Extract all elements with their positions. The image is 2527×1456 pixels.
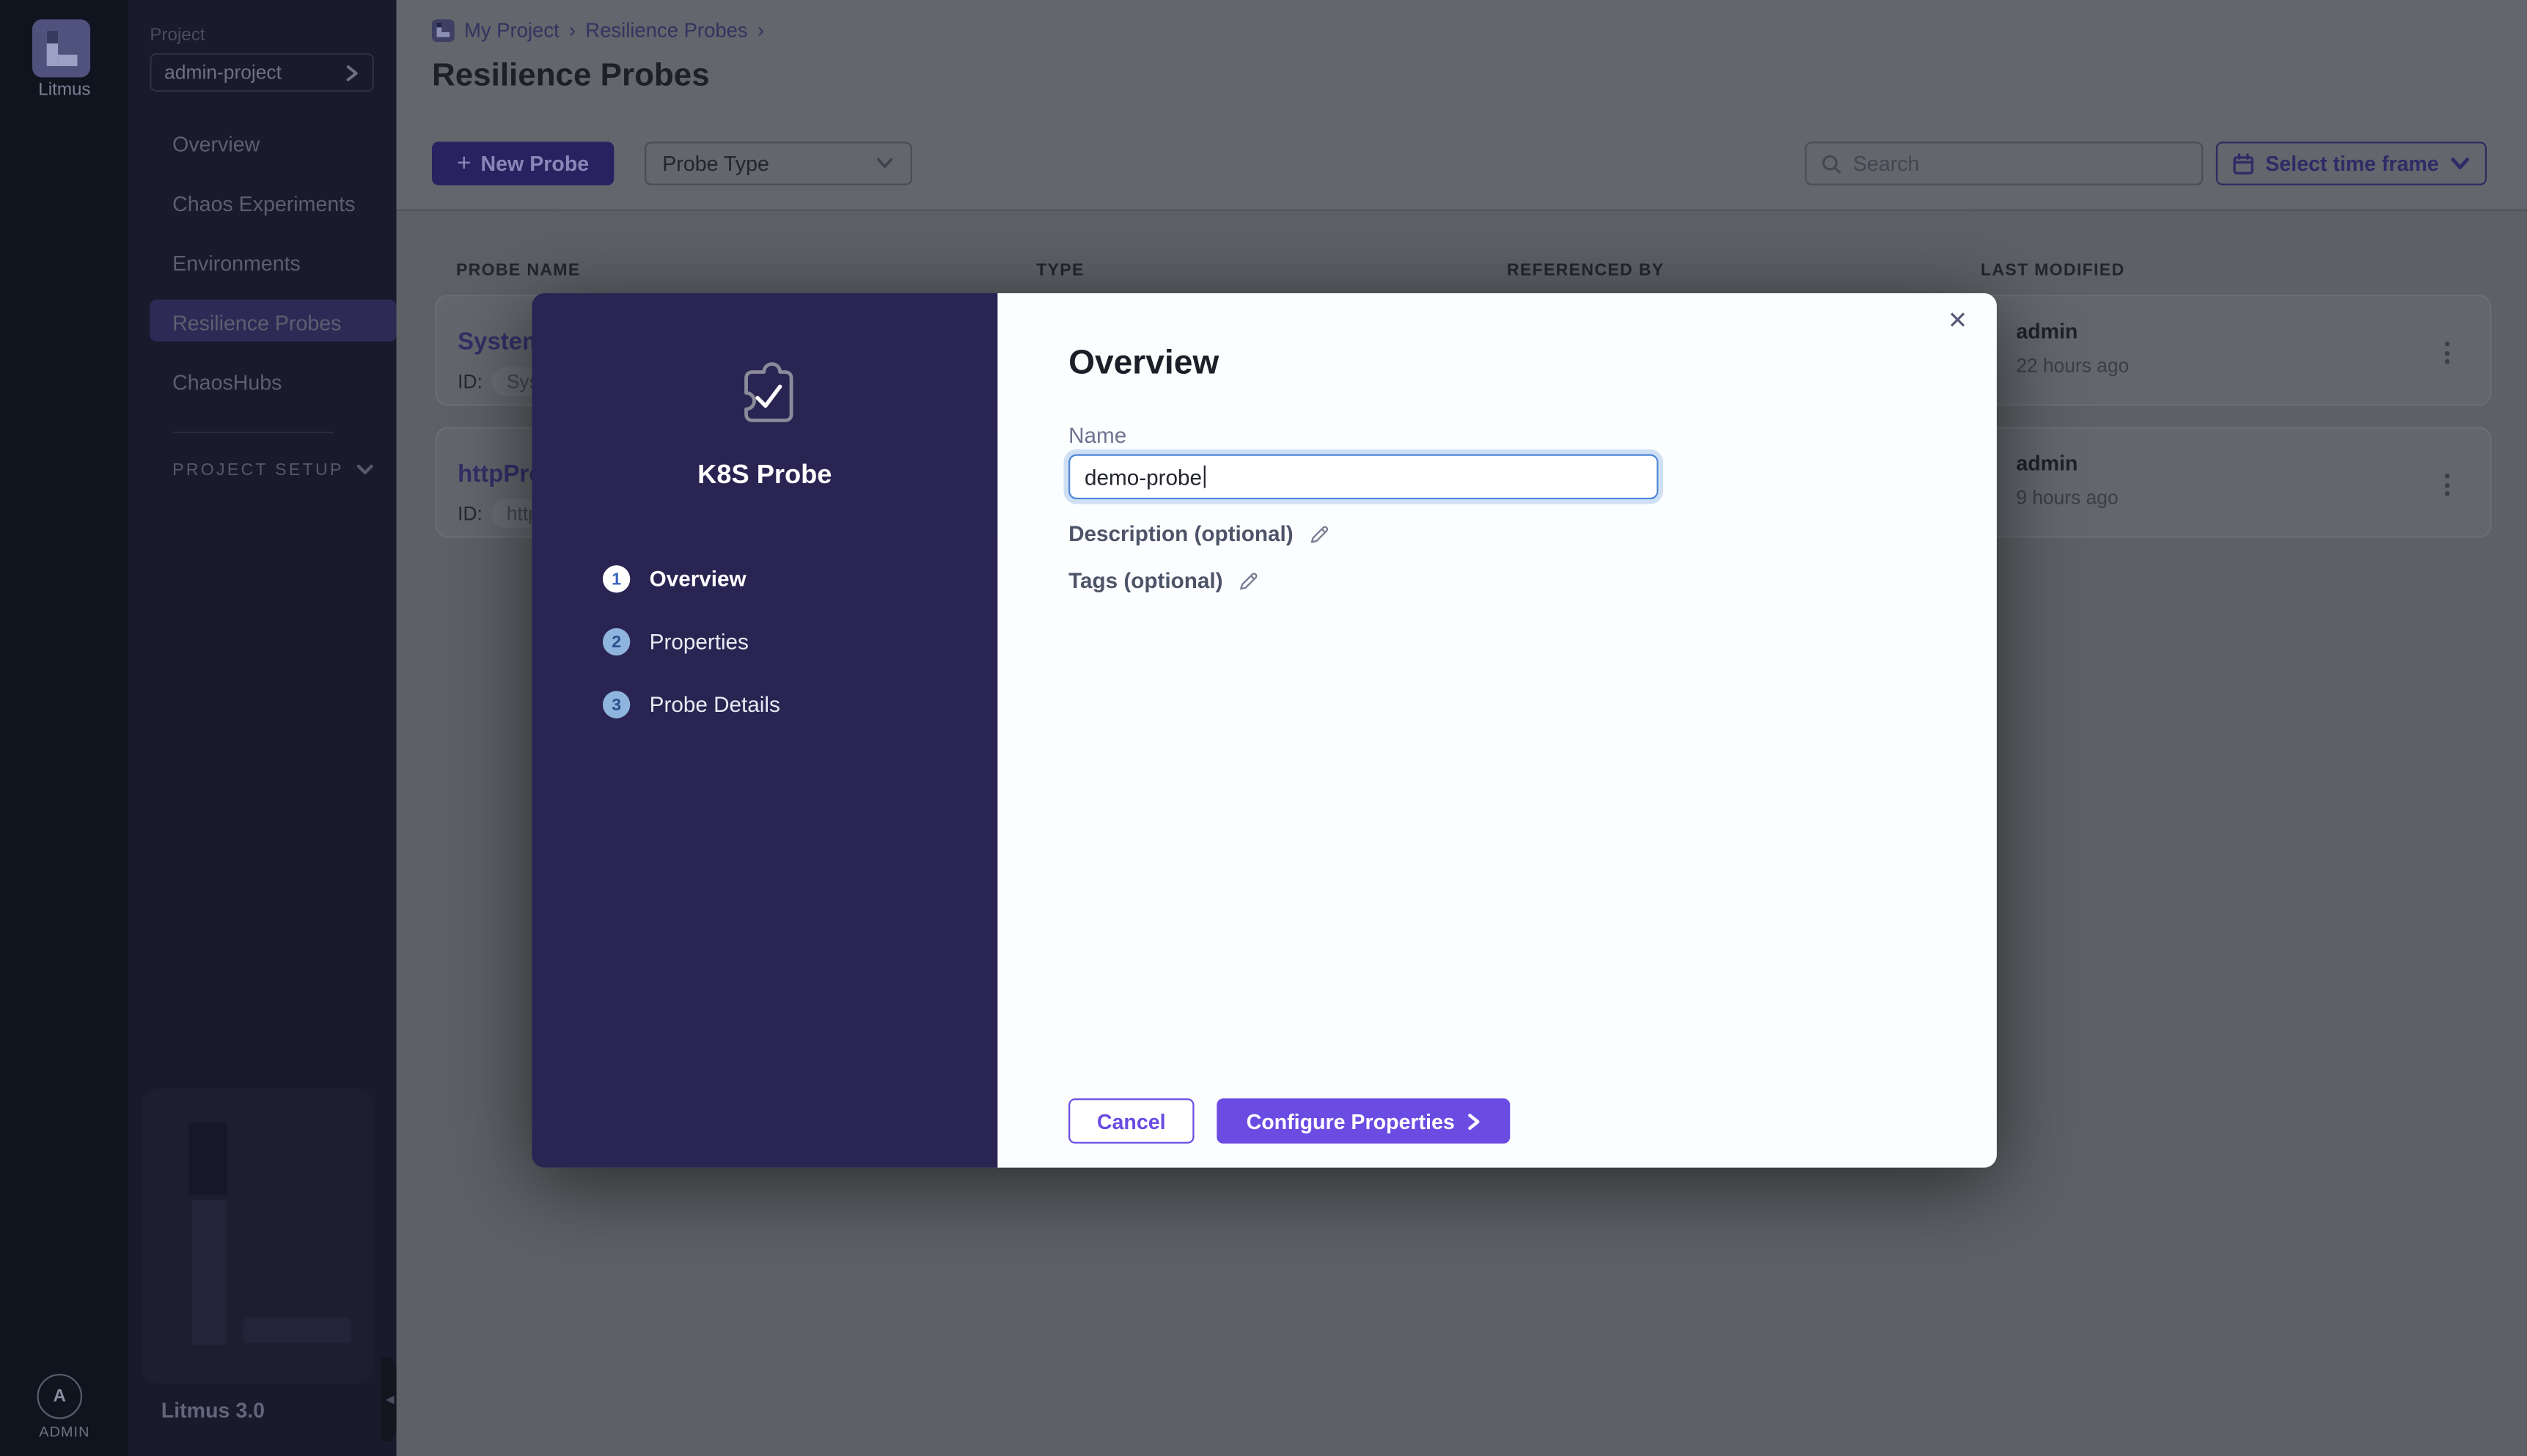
step-number: 2 (603, 628, 630, 655)
probe-type-filter[interactable]: Probe Type (645, 141, 912, 185)
litmus-logo-icon[interactable] (32, 19, 90, 77)
name-input-value: demo-probe (1085, 465, 1202, 489)
chevron-down-icon (875, 156, 894, 171)
plus-icon: + (457, 150, 471, 177)
step-number: 1 (603, 565, 630, 592)
sidebar-divider (172, 432, 334, 433)
tags-toggle[interactable]: Tags (optional) (1068, 569, 1258, 593)
version-label: Litmus 3.0 (161, 1398, 265, 1422)
cancel-button[interactable]: Cancel (1068, 1098, 1194, 1144)
breadcrumb-logo-icon (432, 19, 455, 42)
edit-pencil-icon (1307, 523, 1329, 545)
select-time-frame-button[interactable]: Select time frame (2216, 141, 2487, 185)
sidebar-item-environments[interactable]: Environments (172, 251, 301, 276)
chevron-down-icon (2450, 155, 2471, 172)
row-menu-icon[interactable] (2435, 467, 2458, 502)
calendar-icon (2231, 152, 2254, 175)
edit-pencil-icon (1237, 570, 1258, 592)
name-input[interactable]: demo-probe (1068, 455, 1658, 500)
breadcrumb-separator: › (569, 19, 576, 42)
app-root: Litmus A ADMIN Project admin-project Ove… (0, 0, 2527, 1456)
sidebar-item-overview[interactable]: Overview (172, 132, 260, 156)
name-field-label: Name (1068, 424, 1126, 448)
column-header-last-modified: LAST MODIFIED (1981, 261, 2125, 280)
chevron-right-icon (1466, 1112, 1481, 1130)
user-avatar[interactable]: A (37, 1374, 83, 1419)
create-probe-modal: K8S Probe 1 Overview 2 Properties 3 Prob… (532, 293, 1997, 1168)
modified-by: admin (2016, 451, 2077, 475)
description-toggle[interactable]: Description (optional) (1068, 522, 1329, 546)
litmus-logo-label: Litmus (0, 81, 129, 100)
breadcrumb-resilience-probes[interactable]: Resilience Probes (585, 19, 747, 42)
search-field[interactable] (1805, 141, 2203, 185)
probe-name-link[interactable]: httpPro (458, 460, 543, 488)
column-header-type: TYPE (1036, 261, 1085, 280)
modified-by: admin (2016, 319, 2077, 343)
search-icon (1821, 152, 1841, 175)
text-caret (1203, 466, 1206, 488)
column-header-referenced-by: REFERENCED BY (1507, 261, 1665, 280)
new-probe-button[interactable]: + New Probe (432, 141, 614, 185)
wizard-step-properties[interactable]: 2 Properties (603, 628, 749, 655)
sidebar-item-chaoshubs[interactable]: ChaosHubs (172, 370, 282, 394)
sidebar-nav: Project admin-project Overview Chaos Exp… (129, 0, 397, 1456)
probe-id-label: ID: (458, 370, 483, 393)
modal-step-title: Overview (1068, 345, 1219, 383)
step-number: 3 (603, 691, 630, 718)
column-header-probe-name: PROBE NAME (456, 261, 581, 280)
probe-name-link[interactable]: System (458, 328, 543, 356)
search-input[interactable] (1853, 152, 2187, 176)
project-selector[interactable]: admin-project (150, 53, 373, 92)
modified-time: 22 hours ago (2016, 354, 2129, 377)
icon-rail: Litmus A ADMIN (0, 0, 129, 1456)
modal-left-panel: K8S Probe 1 Overview 2 Properties 3 Prob… (532, 293, 997, 1168)
page-title: Resilience Probes (432, 58, 710, 95)
row-menu-icon[interactable] (2435, 335, 2458, 370)
probe-id-label: ID: (458, 502, 483, 525)
sidebar-section-project-setup[interactable]: PROJECT SETUP (172, 460, 374, 479)
breadcrumb: My Project › Resilience Probes › (432, 19, 764, 42)
modal-probe-type-title: K8S Probe (532, 460, 997, 491)
breadcrumb-my-project[interactable]: My Project (464, 19, 560, 42)
modal-body: ✕ Overview Name demo-probe Description (… (997, 293, 1997, 1168)
wizard-step-overview[interactable]: 1 Overview (603, 565, 747, 592)
sidebar-item-chaos-experiments[interactable]: Chaos Experiments (172, 191, 355, 216)
configure-properties-button[interactable]: Configure Properties (1217, 1098, 1510, 1144)
wizard-step-probe-details[interactable]: 3 Probe Details (603, 691, 780, 718)
sidebar-illustration (142, 1089, 373, 1383)
chevron-down-icon (356, 464, 374, 477)
sidebar-item-resilience-probes[interactable]: Resilience Probes (172, 311, 341, 335)
project-selector-value: admin-project (164, 61, 345, 84)
chevron-right-icon (345, 64, 359, 81)
breadcrumb-separator: › (758, 19, 764, 42)
probe-puzzle-check-icon (732, 361, 799, 428)
project-label: Project (150, 26, 205, 45)
close-icon[interactable]: ✕ (1948, 309, 1968, 334)
user-avatar-label: ADMIN (0, 1424, 129, 1440)
modified-time: 9 hours ago (2016, 486, 2118, 509)
